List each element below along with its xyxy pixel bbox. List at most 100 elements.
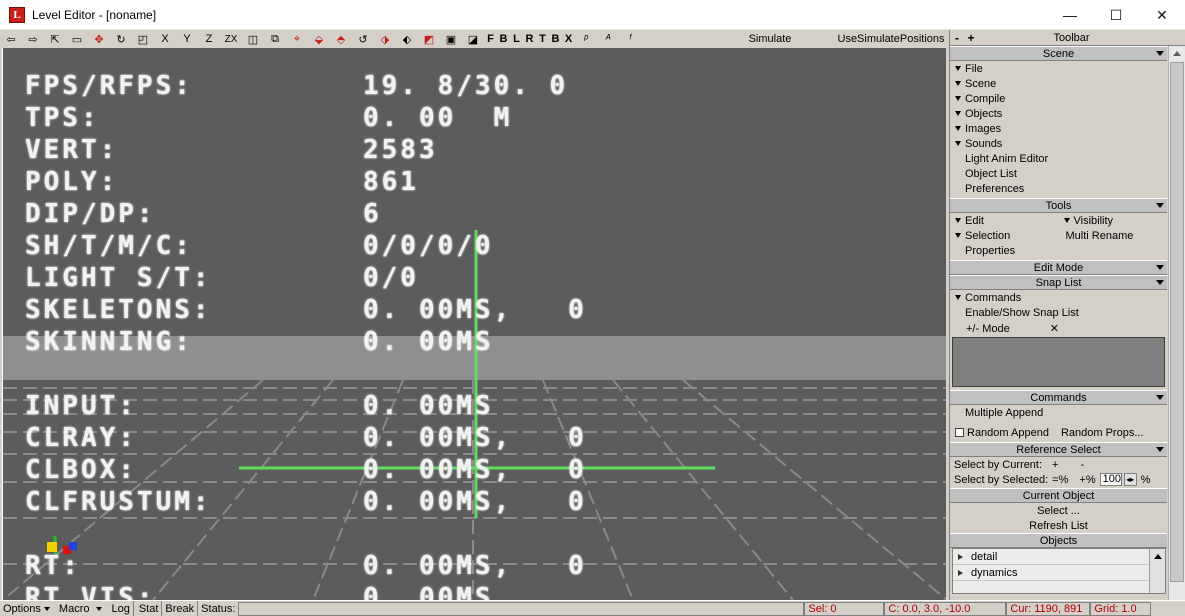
free-camera-icon[interactable]: ᶠ (619, 30, 641, 48)
grid-snap-icon[interactable]: ⌖ (286, 30, 308, 48)
tree-item-detail[interactable]: detail (953, 549, 1149, 565)
properties-link[interactable]: Properties (950, 243, 1185, 258)
snap-commands-menu[interactable]: Commands (950, 290, 1185, 305)
chevron-down-icon[interactable] (93, 602, 105, 615)
snap-mode-button[interactable]: +/- Mode (966, 323, 1010, 335)
commands-section-header[interactable]: Commands (950, 390, 1167, 405)
zoom-selected-icon[interactable]: ◪ (462, 30, 484, 48)
stat-button[interactable]: Stat (134, 601, 163, 616)
scroll-up-icon[interactable] (1173, 51, 1181, 56)
select-equal-percent-button[interactable]: =% (1052, 474, 1068, 486)
panel-scrollbar[interactable] (1168, 46, 1185, 600)
macro-button[interactable]: Macro (56, 601, 109, 616)
objects-section-header[interactable]: Objects (950, 533, 1167, 548)
scale-snap-icon[interactable]: ◩ (418, 30, 440, 48)
random-append-checkbox[interactable] (955, 428, 964, 437)
snap-list-section-header[interactable]: Snap List (950, 275, 1167, 290)
view-back-button[interactable]: B (497, 30, 510, 48)
snap-box-icon[interactable]: ⧉ (264, 30, 286, 48)
tree-item-dynamics[interactable]: dynamics (953, 565, 1149, 581)
viewport-3d[interactable]: FPS/RFPS: 19. 8/30. 0 TPS: 0. 00 M VERT: 2583… (2, 48, 946, 600)
axis-y-button[interactable]: Y (176, 30, 198, 48)
stat-label: FPS/RFPS: (25, 71, 193, 101)
tools-visibility-menu[interactable]: Visibility (1059, 213, 1168, 228)
axonometric-icon[interactable]: ᴬ (597, 30, 619, 48)
select-by-current-minus[interactable]: - (1080, 459, 1084, 471)
scene-item-images[interactable]: Images (950, 121, 1185, 136)
rotate-icon[interactable]: ↻ (110, 30, 132, 48)
select-plus-percent-button[interactable]: +% (1079, 474, 1095, 486)
simulate-button[interactable]: Simulate (742, 31, 798, 47)
select-arrow-icon[interactable]: ⇱ (44, 30, 66, 48)
view-bottom-button[interactable]: B (549, 30, 562, 48)
view-front-button[interactable]: F (484, 30, 497, 48)
scene-item-scene[interactable]: Scene (950, 76, 1185, 91)
csg-icon[interactable]: ◫ (242, 30, 264, 48)
normal-alignment-icon[interactable]: ⬖ (396, 30, 418, 48)
expand-all-button[interactable]: + (964, 31, 978, 45)
triangle-down-icon (955, 295, 961, 300)
minimize-button[interactable]: — (1047, 0, 1093, 30)
reference-select-section-header[interactable]: Reference Select (950, 442, 1167, 457)
collapse-all-button[interactable]: - (950, 31, 964, 45)
view-right-button[interactable]: R (523, 30, 536, 48)
view-reset-button[interactable]: X (562, 30, 575, 48)
break-button[interactable]: Break (162, 601, 199, 616)
current-object-section-header[interactable]: Current Object (950, 488, 1167, 503)
scene-item-compile[interactable]: Compile (950, 91, 1185, 106)
angle-snap-icon[interactable]: ↺ (352, 30, 374, 48)
title-bar: L Level Editor - [noname] — ☐ ✕ (0, 0, 1185, 30)
move-icon[interactable]: ✥ (88, 30, 110, 48)
refresh-list-button[interactable]: Refresh List (950, 518, 1167, 533)
chevron-down-icon[interactable] (41, 602, 53, 615)
edit-mode-section-header[interactable]: Edit Mode (950, 260, 1167, 275)
axis-z-button[interactable]: Z (198, 30, 220, 48)
snap-list-box[interactable] (952, 337, 1165, 387)
view-left-button[interactable]: L (510, 30, 523, 48)
objects-tree[interactable]: detail dynamics (952, 548, 1166, 594)
object-snap-icon[interactable]: ⬙ (308, 30, 330, 48)
close-button[interactable]: ✕ (1139, 0, 1185, 30)
scene-item-sounds[interactable]: Sounds (950, 136, 1185, 151)
perspective-icon[interactable]: ᵖ (575, 30, 597, 48)
tools-section-header[interactable]: Tools (950, 198, 1167, 213)
enable-show-snap-list-button[interactable]: Enable/Show Snap List (950, 305, 1185, 320)
scale-icon[interactable]: ◰ (132, 30, 154, 48)
redo-icon[interactable]: ⇨ (22, 30, 44, 48)
scene-section-header[interactable]: Scene (950, 46, 1167, 61)
percent-spinner-icon[interactable]: ◂▸ (1123, 473, 1137, 486)
options-button[interactable]: Options (0, 601, 56, 616)
object-list-link[interactable]: Object List (950, 166, 1185, 181)
preferences-link[interactable]: Preferences (950, 181, 1185, 196)
vertex-snap-icon[interactable]: ⬘ (330, 30, 352, 48)
expand-arrow-icon[interactable] (958, 553, 963, 560)
axis-x-button[interactable]: X (154, 30, 176, 48)
multiple-append-button[interactable]: Multiple Append (950, 405, 1185, 420)
percent-input[interactable]: 100 (1099, 473, 1122, 486)
scene-item-objects[interactable]: Objects (950, 106, 1185, 121)
log-button[interactable]: Log (108, 601, 134, 616)
zoom-extents-icon[interactable]: ▣ (440, 30, 462, 48)
snap-clear-icon[interactable]: ✕ (1050, 322, 1059, 335)
light-anim-editor-link[interactable]: Light Anim Editor (950, 151, 1185, 166)
axis-zx-button[interactable]: ZX (220, 30, 242, 48)
objects-scrollbar[interactable] (1149, 549, 1165, 593)
tools-selection-menu[interactable]: Selection (950, 228, 1052, 243)
undo-icon[interactable]: ⇦ (0, 30, 22, 48)
add-object-icon[interactable]: ▭ (66, 30, 88, 48)
random-props-button[interactable]: Random Props... (1061, 427, 1144, 439)
multi-rename-button[interactable]: Multi Rename (1052, 228, 1168, 243)
use-simulate-positions-button[interactable]: UseSimulatePositions (836, 31, 946, 47)
scrollbar-thumb[interactable] (1170, 62, 1184, 582)
tools-edit-menu[interactable]: Edit (950, 213, 1059, 228)
app-icon[interactable]: L (9, 6, 25, 23)
scene-item-file[interactable]: File (950, 61, 1185, 76)
select-object-button[interactable]: Select ... (950, 503, 1167, 518)
select-by-current-plus[interactable]: + (1052, 459, 1058, 471)
expand-arrow-icon[interactable] (958, 569, 963, 576)
random-row: Random Append Random Props... (950, 425, 1185, 440)
view-top-button[interactable]: T (536, 30, 549, 48)
maximize-button[interactable]: ☐ (1093, 0, 1139, 30)
move-to-snap-icon[interactable]: ⬗ (374, 30, 396, 48)
scroll-up-icon[interactable] (1153, 554, 1162, 559)
